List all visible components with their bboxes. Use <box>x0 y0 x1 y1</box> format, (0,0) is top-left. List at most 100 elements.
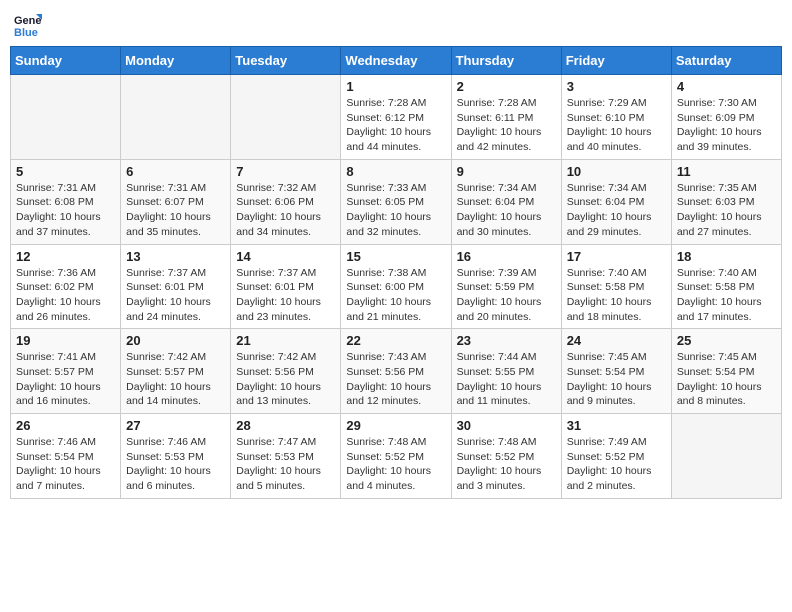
day-info: Sunrise: 7:45 AM Sunset: 5:54 PM Dayligh… <box>567 350 666 409</box>
day-header-saturday: Saturday <box>671 47 781 75</box>
logo: General Blue <box>14 10 46 38</box>
day-number: 7 <box>236 164 335 179</box>
day-info: Sunrise: 7:43 AM Sunset: 5:56 PM Dayligh… <box>346 350 445 409</box>
calendar-cell: 18Sunrise: 7:40 AM Sunset: 5:58 PM Dayli… <box>671 244 781 329</box>
day-header-thursday: Thursday <box>451 47 561 75</box>
day-number: 21 <box>236 333 335 348</box>
day-info: Sunrise: 7:34 AM Sunset: 6:04 PM Dayligh… <box>457 181 556 240</box>
day-header-tuesday: Tuesday <box>231 47 341 75</box>
day-number: 17 <box>567 249 666 264</box>
day-number: 20 <box>126 333 225 348</box>
day-number: 22 <box>346 333 445 348</box>
calendar-cell: 3 Sunrise: 7:29 AM Sunset: 6:10 PM Daylig… <box>561 75 671 160</box>
day-info: Sunrise: 7:46 AM Sunset: 5:54 PM Dayligh… <box>16 435 115 494</box>
day-info: Sunrise: 7:30 AM Sunset: 6:09 PM Dayligh… <box>677 96 776 155</box>
calendar-cell: 1Sunrise: 7:28 AM Sunset: 6:12 PM Daylig… <box>341 75 451 160</box>
day-number: 27 <box>126 418 225 433</box>
day-header-monday: Monday <box>121 47 231 75</box>
day-number: 28 <box>236 418 335 433</box>
day-number: 25 <box>677 333 776 348</box>
calendar-cell: 30 Sunrise: 7:48 AM Sunset: 5:52 PM Dayli… <box>451 414 561 499</box>
calendar-cell: 6 Sunrise: 7:31 AM Sunset: 6:07 PM Daylig… <box>121 159 231 244</box>
day-number: 3 <box>567 79 666 94</box>
calendar-cell <box>231 75 341 160</box>
day-number: 4 <box>677 79 776 94</box>
calendar-cell: 13 Sunrise: 7:37 AM Sunset: 6:01 PM Dayli… <box>121 244 231 329</box>
calendar-cell: 12Sunrise: 7:36 AM Sunset: 6:02 PM Dayli… <box>11 244 121 329</box>
calendar-cell: 9 Sunrise: 7:34 AM Sunset: 6:04 PM Daylig… <box>451 159 561 244</box>
day-info: Sunrise: 7:38 AM Sunset: 6:00 PM Dayligh… <box>346 266 445 325</box>
calendar-cell: 5 Sunrise: 7:31 AM Sunset: 6:08 PM Daylig… <box>11 159 121 244</box>
day-info: Sunrise: 7:46 AM Sunset: 5:53 PM Dayligh… <box>126 435 225 494</box>
day-info: Sunrise: 7:37 AM Sunset: 6:01 PM Dayligh… <box>236 266 335 325</box>
day-header-wednesday: Wednesday <box>341 47 451 75</box>
day-header-sunday: Sunday <box>11 47 121 75</box>
day-number: 26 <box>16 418 115 433</box>
day-info: Sunrise: 7:34 AM Sunset: 6:04 PM Dayligh… <box>567 181 666 240</box>
calendar-cell: 4 Sunrise: 7:30 AM Sunset: 6:09 PM Daylig… <box>671 75 781 160</box>
page-header: General Blue <box>10 10 782 38</box>
day-info: Sunrise: 7:37 AM Sunset: 6:01 PM Dayligh… <box>126 266 225 325</box>
day-info: Sunrise: 7:45 AM Sunset: 5:54 PM Dayligh… <box>677 350 776 409</box>
day-info: Sunrise: 7:35 AM Sunset: 6:03 PM Dayligh… <box>677 181 776 240</box>
day-number: 19 <box>16 333 115 348</box>
day-info: Sunrise: 7:39 AM Sunset: 5:59 PM Dayligh… <box>457 266 556 325</box>
day-info: Sunrise: 7:28 AM Sunset: 6:11 PM Dayligh… <box>457 96 556 155</box>
calendar-week-row: 12Sunrise: 7:36 AM Sunset: 6:02 PM Dayli… <box>11 244 782 329</box>
calendar-cell: 8 Sunrise: 7:33 AM Sunset: 6:05 PM Daylig… <box>341 159 451 244</box>
day-info: Sunrise: 7:42 AM Sunset: 5:57 PM Dayligh… <box>126 350 225 409</box>
calendar-cell: 2Sunrise: 7:28 AM Sunset: 6:11 PM Daylig… <box>451 75 561 160</box>
day-info: Sunrise: 7:32 AM Sunset: 6:06 PM Dayligh… <box>236 181 335 240</box>
day-info: Sunrise: 7:29 AM Sunset: 6:10 PM Dayligh… <box>567 96 666 155</box>
calendar-cell: 16 Sunrise: 7:39 AM Sunset: 5:59 PM Dayli… <box>451 244 561 329</box>
day-number: 11 <box>677 164 776 179</box>
day-info: Sunrise: 7:40 AM Sunset: 5:58 PM Dayligh… <box>677 266 776 325</box>
day-number: 10 <box>567 164 666 179</box>
day-number: 29 <box>346 418 445 433</box>
calendar-table: SundayMondayTuesdayWednesdayThursdayFrid… <box>10 46 782 499</box>
day-number: 14 <box>236 249 335 264</box>
calendar-cell: 10 Sunrise: 7:34 AM Sunset: 6:04 PM Dayli… <box>561 159 671 244</box>
logo-icon: General Blue <box>14 10 42 38</box>
day-info: Sunrise: 7:31 AM Sunset: 6:08 PM Dayligh… <box>16 181 115 240</box>
calendar-cell: 17Sunrise: 7:40 AM Sunset: 5:58 PM Dayli… <box>561 244 671 329</box>
svg-text:Blue: Blue <box>14 27 38 38</box>
calendar-cell: 28 Sunrise: 7:47 AM Sunset: 5:53 PM Dayli… <box>231 414 341 499</box>
calendar-cell: 31 Sunrise: 7:49 AM Sunset: 5:52 PM Dayli… <box>561 414 671 499</box>
calendar-header-row: SundayMondayTuesdayWednesdayThursdayFrid… <box>11 47 782 75</box>
calendar-week-row: 26 Sunrise: 7:46 AM Sunset: 5:54 PM Dayli… <box>11 414 782 499</box>
calendar-cell: 15 Sunrise: 7:38 AM Sunset: 6:00 PM Dayli… <box>341 244 451 329</box>
day-number: 6 <box>126 164 225 179</box>
calendar-cell: 21Sunrise: 7:42 AM Sunset: 5:56 PM Dayli… <box>231 329 341 414</box>
calendar-cell: 20 Sunrise: 7:42 AM Sunset: 5:57 PM Dayli… <box>121 329 231 414</box>
day-info: Sunrise: 7:31 AM Sunset: 6:07 PM Dayligh… <box>126 181 225 240</box>
calendar-cell <box>671 414 781 499</box>
day-number: 31 <box>567 418 666 433</box>
day-info: Sunrise: 7:33 AM Sunset: 6:05 PM Dayligh… <box>346 181 445 240</box>
calendar-cell <box>121 75 231 160</box>
day-number: 30 <box>457 418 556 433</box>
day-info: Sunrise: 7:49 AM Sunset: 5:52 PM Dayligh… <box>567 435 666 494</box>
calendar-cell: 14 Sunrise: 7:37 AM Sunset: 6:01 PM Dayli… <box>231 244 341 329</box>
day-number: 9 <box>457 164 556 179</box>
day-info: Sunrise: 7:41 AM Sunset: 5:57 PM Dayligh… <box>16 350 115 409</box>
day-number: 13 <box>126 249 225 264</box>
day-number: 16 <box>457 249 556 264</box>
day-info: Sunrise: 7:28 AM Sunset: 6:12 PM Dayligh… <box>346 96 445 155</box>
day-number: 15 <box>346 249 445 264</box>
day-number: 12 <box>16 249 115 264</box>
day-number: 8 <box>346 164 445 179</box>
svg-text:General: General <box>14 15 42 27</box>
calendar-cell: 26 Sunrise: 7:46 AM Sunset: 5:54 PM Dayli… <box>11 414 121 499</box>
calendar-cell: 22 Sunrise: 7:43 AM Sunset: 5:56 PM Dayli… <box>341 329 451 414</box>
day-number: 5 <box>16 164 115 179</box>
day-info: Sunrise: 7:48 AM Sunset: 5:52 PM Dayligh… <box>457 435 556 494</box>
calendar-cell <box>11 75 121 160</box>
day-info: Sunrise: 7:44 AM Sunset: 5:55 PM Dayligh… <box>457 350 556 409</box>
calendar-week-row: 5 Sunrise: 7:31 AM Sunset: 6:08 PM Daylig… <box>11 159 782 244</box>
calendar-cell: 25 Sunrise: 7:45 AM Sunset: 5:54 PM Dayli… <box>671 329 781 414</box>
calendar-cell: 27 Sunrise: 7:46 AM Sunset: 5:53 PM Dayli… <box>121 414 231 499</box>
calendar-cell: 29Sunrise: 7:48 AM Sunset: 5:52 PM Dayli… <box>341 414 451 499</box>
day-info: Sunrise: 7:47 AM Sunset: 5:53 PM Dayligh… <box>236 435 335 494</box>
calendar-week-row: 1Sunrise: 7:28 AM Sunset: 6:12 PM Daylig… <box>11 75 782 160</box>
